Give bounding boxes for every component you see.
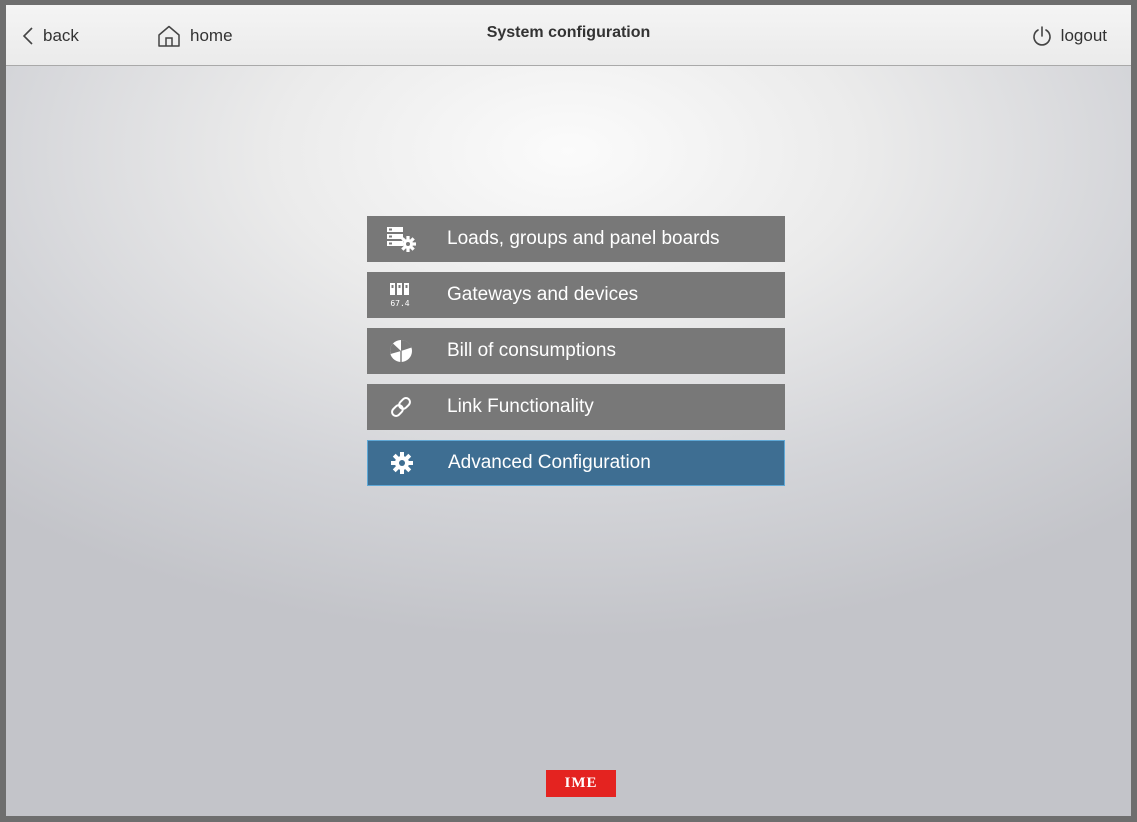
gear-icon <box>387 448 417 478</box>
power-icon <box>1032 26 1051 46</box>
menu-item-advanced-configuration[interactable]: Advanced Configuration <box>367 440 785 486</box>
logout-button[interactable]: logout <box>1031 24 1107 48</box>
logout-label: logout <box>1060 26 1107 45</box>
ime-logo: IME <box>546 770 616 797</box>
page-title: System configuration <box>486 24 651 41</box>
pie-chart-icon <box>386 336 416 366</box>
top-bar: back home System configuration logout <box>6 5 1131 66</box>
menu-item-gateways-devices[interactable]: 67.4 Gateways and devices <box>367 272 785 318</box>
app-window: back home System configuration logout Lo… <box>0 0 1137 822</box>
menu-item-label: Bill of consumptions <box>447 340 616 361</box>
menu-item-label: Gateways and devices <box>447 284 639 305</box>
link-icon <box>386 392 416 422</box>
menu-item-link-functionality[interactable]: Link Functionality <box>367 384 785 430</box>
menu-item-label: Loads, groups and panel boards <box>447 228 720 249</box>
gateway-devices-icon: 67.4 <box>386 280 416 310</box>
menu-item-label: Advanced Configuration <box>448 452 651 473</box>
menu-item-loads-groups-panel-boards[interactable]: Loads, groups and panel boards <box>367 216 785 262</box>
configuration-menu: Loads, groups and panel boards 67.4 Gate… <box>367 216 785 486</box>
device-display-value: 67.4 <box>390 299 409 308</box>
loads-panel-icon <box>386 224 416 254</box>
menu-item-label: Link Functionality <box>447 396 594 417</box>
menu-item-bill-of-consumptions[interactable]: Bill of consumptions <box>367 328 785 374</box>
